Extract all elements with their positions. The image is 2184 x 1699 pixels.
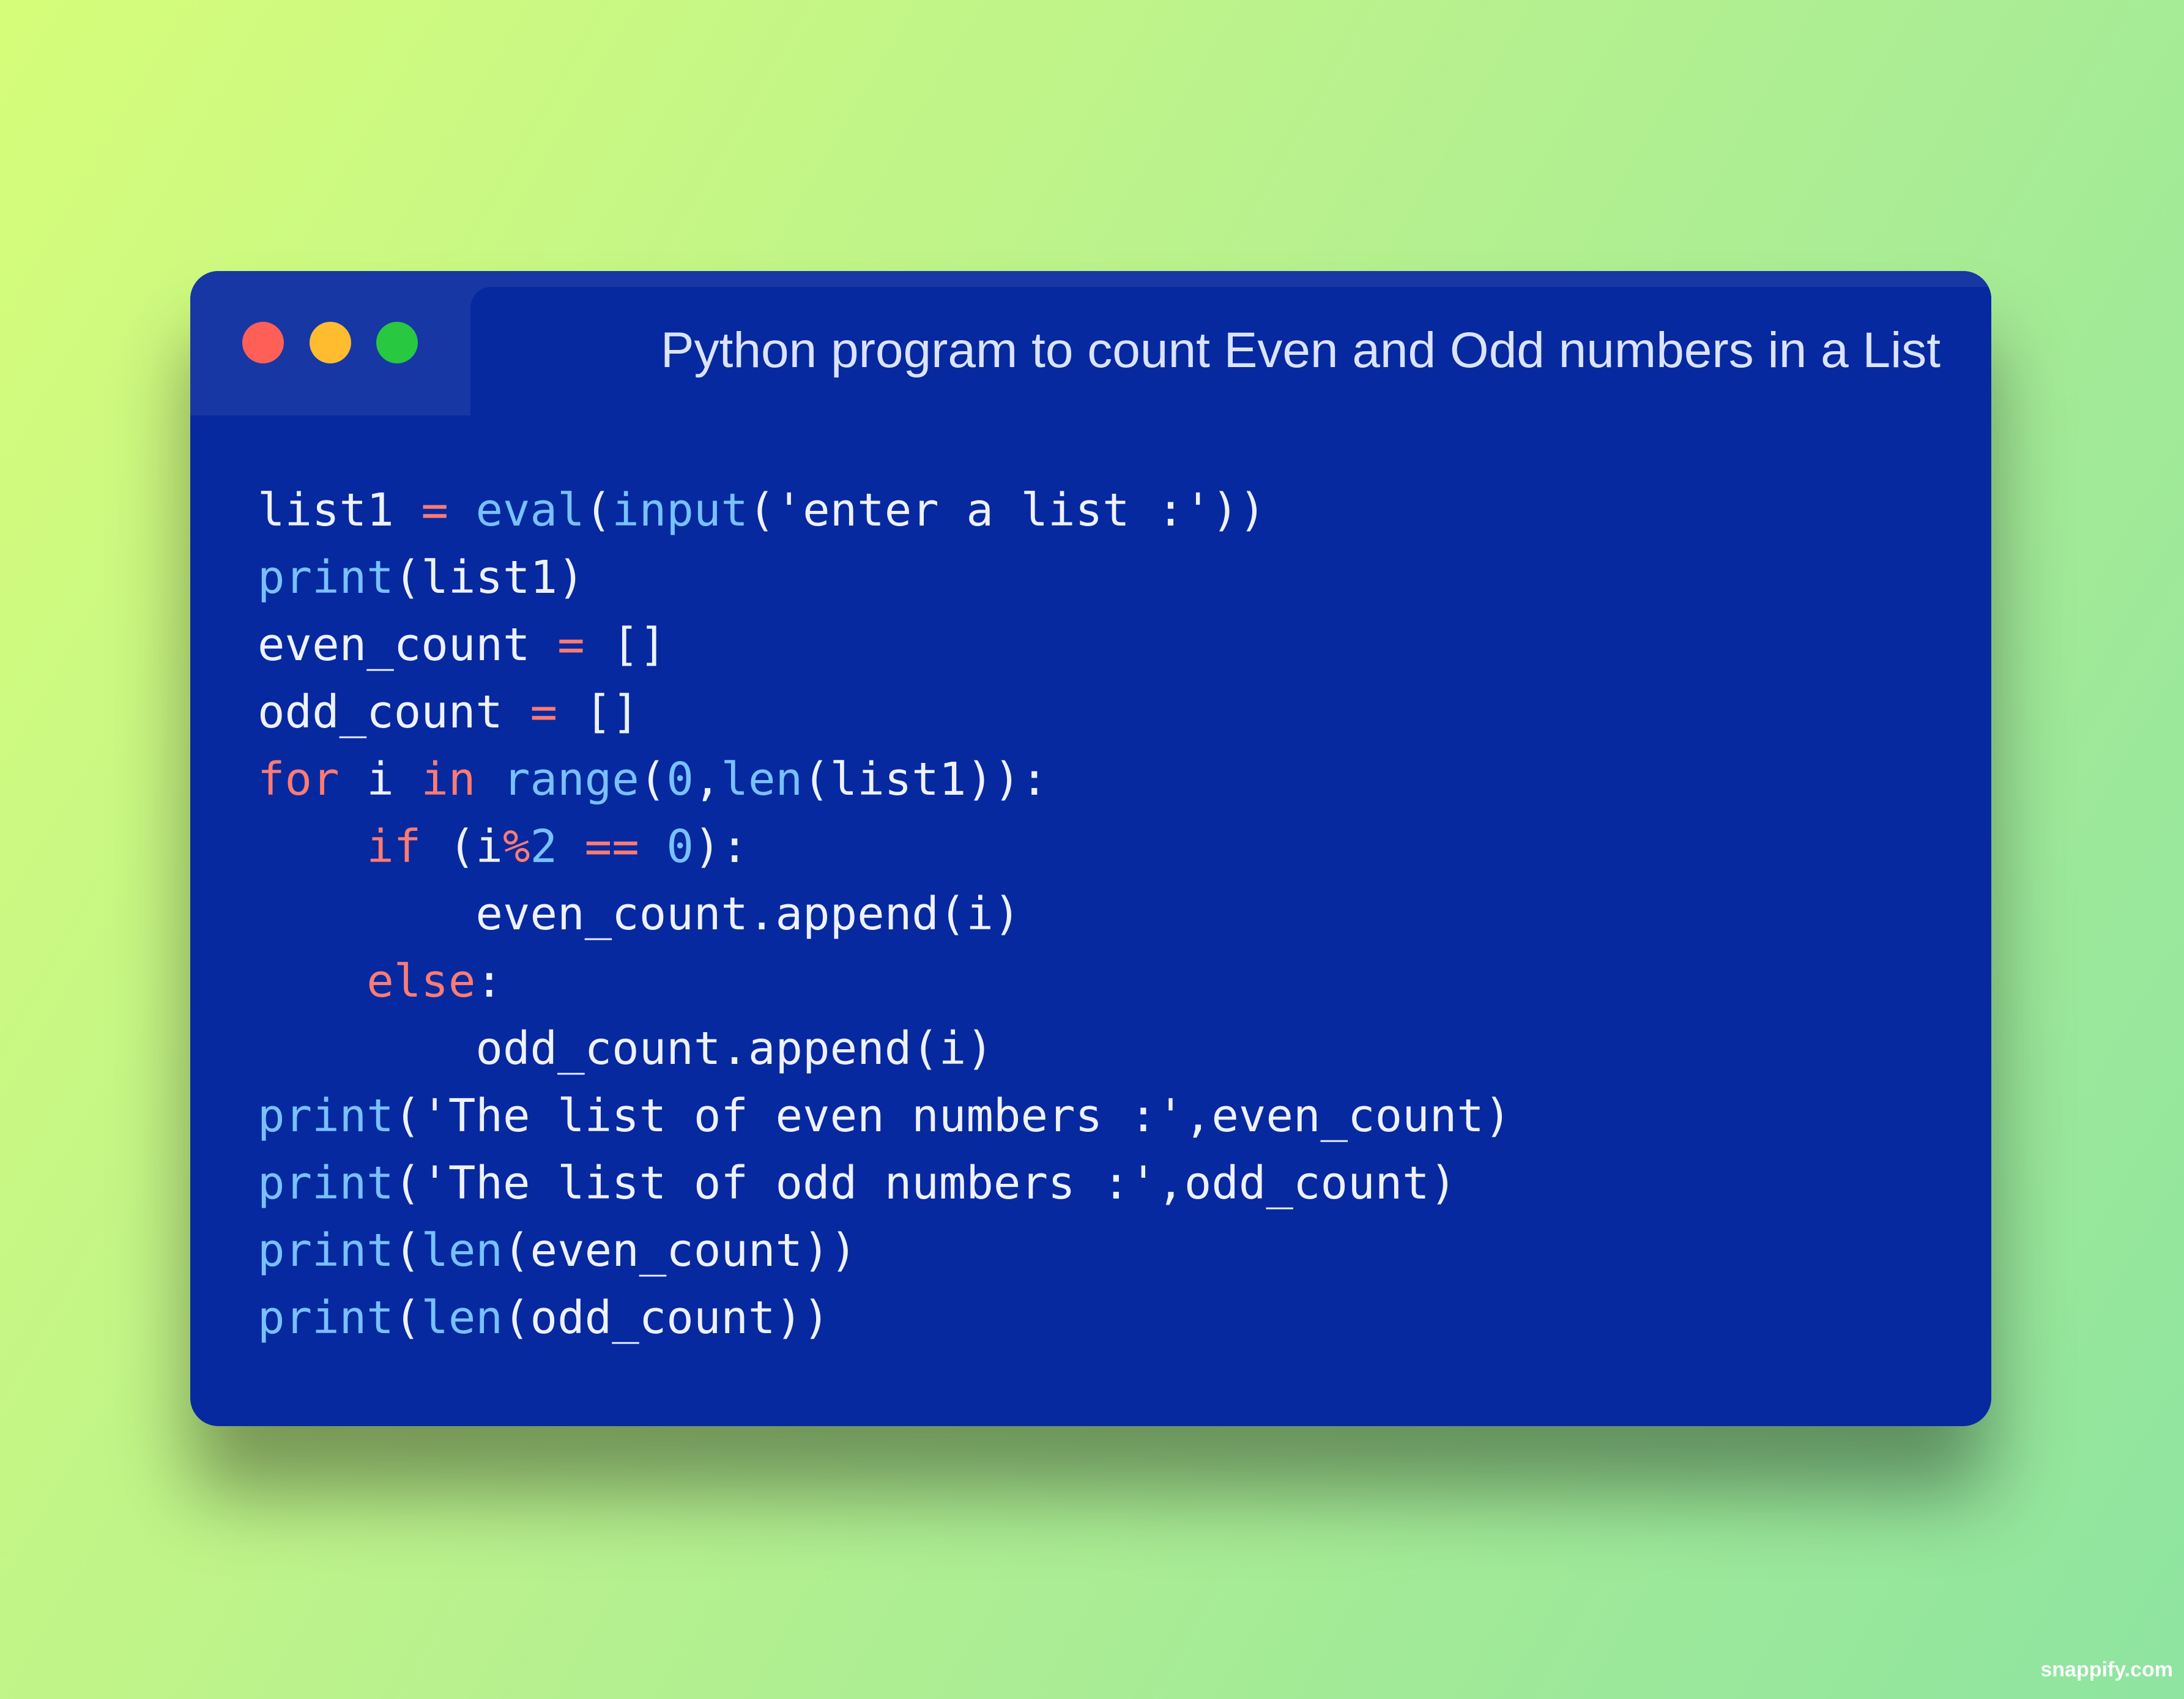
code-line: print('The list of odd numbers :',odd_co… (258, 1150, 1511, 1217)
code-line: print('The list of even numbers :',even_… (258, 1082, 1511, 1150)
code-line: if (i%2 == 0): (258, 813, 1511, 880)
code-token: [] (557, 686, 639, 738)
code-token: range (502, 753, 639, 806)
code-line: even_count.append(i) (258, 880, 1511, 948)
code-token: list1 (258, 484, 422, 537)
code-window: Python program to count Even and Odd num… (190, 271, 1991, 1426)
code-token: len (421, 1224, 503, 1277)
code-token: print (258, 1157, 394, 1210)
code-token: for (258, 753, 340, 806)
code-token: ('The list of odd numbers :',odd_count) (393, 1157, 1457, 1210)
code-token: even_count (258, 619, 558, 671)
code-token: len (421, 1292, 503, 1344)
code-token: print (258, 1224, 394, 1277)
code-token: if (366, 820, 422, 873)
code-token: (i (421, 820, 503, 873)
code-line: list1 = eval(input('enter a list :')) (258, 477, 1511, 544)
code-line: odd_count = [] (258, 678, 1511, 746)
code-token: input (612, 484, 748, 537)
code-token: ( (393, 1224, 422, 1277)
code-token: % (502, 820, 530, 873)
code-token: 2 (530, 820, 558, 873)
code-token: = (557, 619, 585, 671)
code-token: (list1)): (803, 753, 1049, 806)
code-line: print(list1) (258, 544, 1511, 611)
code-token: (odd_count)) (502, 1292, 830, 1344)
code-token: else (366, 955, 476, 1008)
code-token: ): (693, 820, 749, 873)
code-token: even_count.append(i) (258, 888, 1021, 940)
code-token: ('The list of even numbers :',even_count… (393, 1090, 1512, 1142)
code-token: odd_count.append(i) (258, 1022, 994, 1075)
minimize-dot-icon[interactable] (310, 322, 351, 363)
code-line: for i in range(0,len(list1)): (258, 746, 1511, 813)
code-token: == (584, 820, 639, 873)
watermark: snappify.com (2040, 1658, 2173, 1681)
code-token: print (258, 551, 394, 604)
code-lines: list1 = eval(input('enter a list :')) pri… (258, 477, 1511, 1351)
code-token: i (339, 753, 422, 806)
code-token: len (721, 753, 803, 806)
code-token: ( (393, 1292, 422, 1344)
window-title: Python program to count Even and Odd num… (660, 322, 1941, 378)
code-line: even_count = [] (258, 611, 1511, 678)
code-token: eval (475, 484, 585, 537)
code-line: print(len(even_count)) (258, 1217, 1511, 1284)
code-token: in (421, 753, 476, 806)
code-token: , (693, 753, 721, 806)
code-line: print(len(odd_count)) (258, 1284, 1511, 1351)
code-token: ('enter a list :')) (748, 484, 1266, 537)
maximize-dot-icon[interactable] (376, 322, 418, 363)
code-token: 0 (666, 820, 694, 873)
code-line: odd_count.append(i) (258, 1015, 1511, 1082)
code-line: else: (258, 948, 1511, 1015)
code-token: : (475, 955, 503, 1008)
code-token: = (421, 484, 448, 537)
code-token: [] (584, 619, 667, 671)
code-token: odd_count (258, 686, 530, 738)
close-dot-icon[interactable] (242, 322, 284, 363)
code-token: print (258, 1292, 394, 1344)
code-token: 0 (666, 753, 694, 806)
code-token: print (258, 1090, 394, 1142)
code-token: ( (639, 753, 667, 806)
code-token: ( (584, 484, 612, 537)
code-block[interactable]: list1 = eval(input('enter a list :')) pri… (258, 477, 1511, 1351)
code-token: (list1) (393, 551, 585, 604)
code-token: (even_count)) (502, 1224, 858, 1277)
code-token: = (530, 686, 558, 738)
